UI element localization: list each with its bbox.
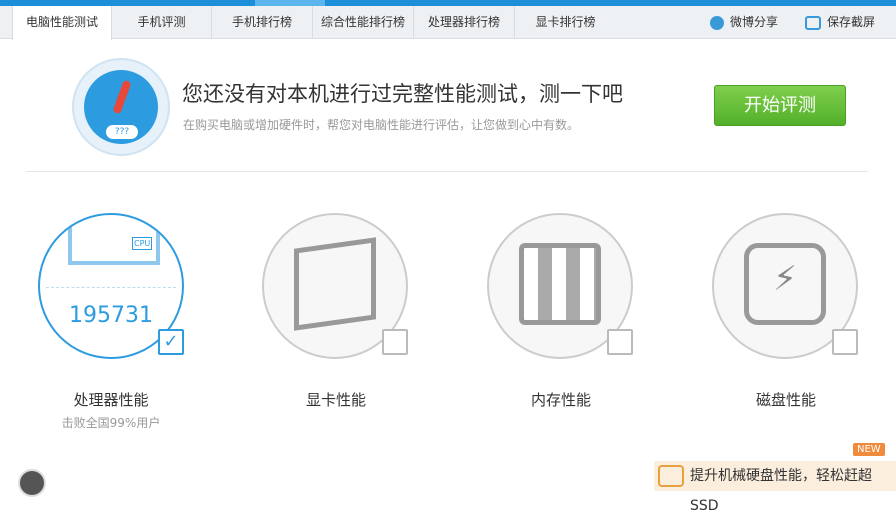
cpu-card[interactable]: CPU 195731 ✓	[38, 213, 188, 363]
tab-cpu-rank[interactable]: 处理器排行榜	[414, 6, 515, 39]
weibo-icon	[710, 15, 724, 30]
cube-icon	[294, 237, 376, 331]
banner-title: 您还没有对本机进行过完整性能测试，测一下吧	[182, 82, 623, 106]
tab-bar: 电脑性能测试 手机评测 手机排行榜 综合性能排行榜 处理器排行榜 显卡排行榜 微…	[0, 6, 896, 40]
new-badge: NEW	[853, 443, 885, 456]
cpu-chip-label: CPU	[132, 237, 153, 250]
tab-gpu-rank[interactable]: 显卡排行榜	[515, 6, 616, 39]
cpu-beat-text: 击败全国99%用户	[61, 416, 161, 430]
gauge-text: ???	[106, 125, 138, 139]
weibo-share-button[interactable]: 微博分享	[710, 6, 778, 39]
ssd-promo-text: 提升机械硬盘性能，轻松赶超SSD	[690, 468, 872, 514]
tab-phone-rank[interactable]: 手机排行榜	[212, 6, 313, 39]
camera-icon	[805, 15, 821, 30]
gpu-checkbox[interactable]	[382, 329, 408, 355]
disk-card[interactable]: ⚡	[712, 213, 862, 363]
disk-bolt-icon: ⚡	[744, 243, 826, 325]
memory-label: 内存性能	[530, 391, 591, 409]
save-screenshot-label: 保存截屏	[827, 15, 876, 29]
gpu-card[interactable]	[262, 213, 412, 363]
tab-phone-review[interactable]: 手机评测	[112, 6, 212, 39]
cpu-score: 195731	[69, 303, 153, 328]
tab-pc-test[interactable]: 电脑性能测试	[12, 6, 112, 40]
gpu-label: 显卡性能	[305, 391, 366, 409]
memory-chip-icon	[519, 243, 601, 325]
weibo-share-label: 微博分享	[730, 15, 779, 29]
save-screenshot-button[interactable]: 保存截屏	[805, 6, 875, 39]
avatar[interactable]	[18, 469, 46, 497]
cpu-label: 处理器性能	[73, 391, 149, 409]
ssd-promo-link[interactable]: 提升机械硬盘性能，轻松赶超SSD	[654, 461, 896, 514]
cpu-checkbox[interactable]: ✓	[158, 329, 184, 355]
memory-card[interactable]	[487, 213, 637, 363]
banner-subtitle: 在购买电脑或增加硬件时，帮您对电脑性能进行评估，让您做到心中有数。	[183, 118, 580, 132]
disk-checkbox[interactable]	[832, 329, 858, 355]
divider	[26, 171, 868, 172]
memory-checkbox[interactable]	[607, 329, 633, 355]
disk-label: 磁盘性能	[755, 391, 816, 409]
start-test-button[interactable]: 开始评测	[714, 85, 846, 126]
hard-disk-icon	[658, 465, 684, 487]
speedometer-icon: ???	[72, 58, 170, 156]
tab-overall-rank[interactable]: 综合性能排行榜	[313, 6, 414, 39]
